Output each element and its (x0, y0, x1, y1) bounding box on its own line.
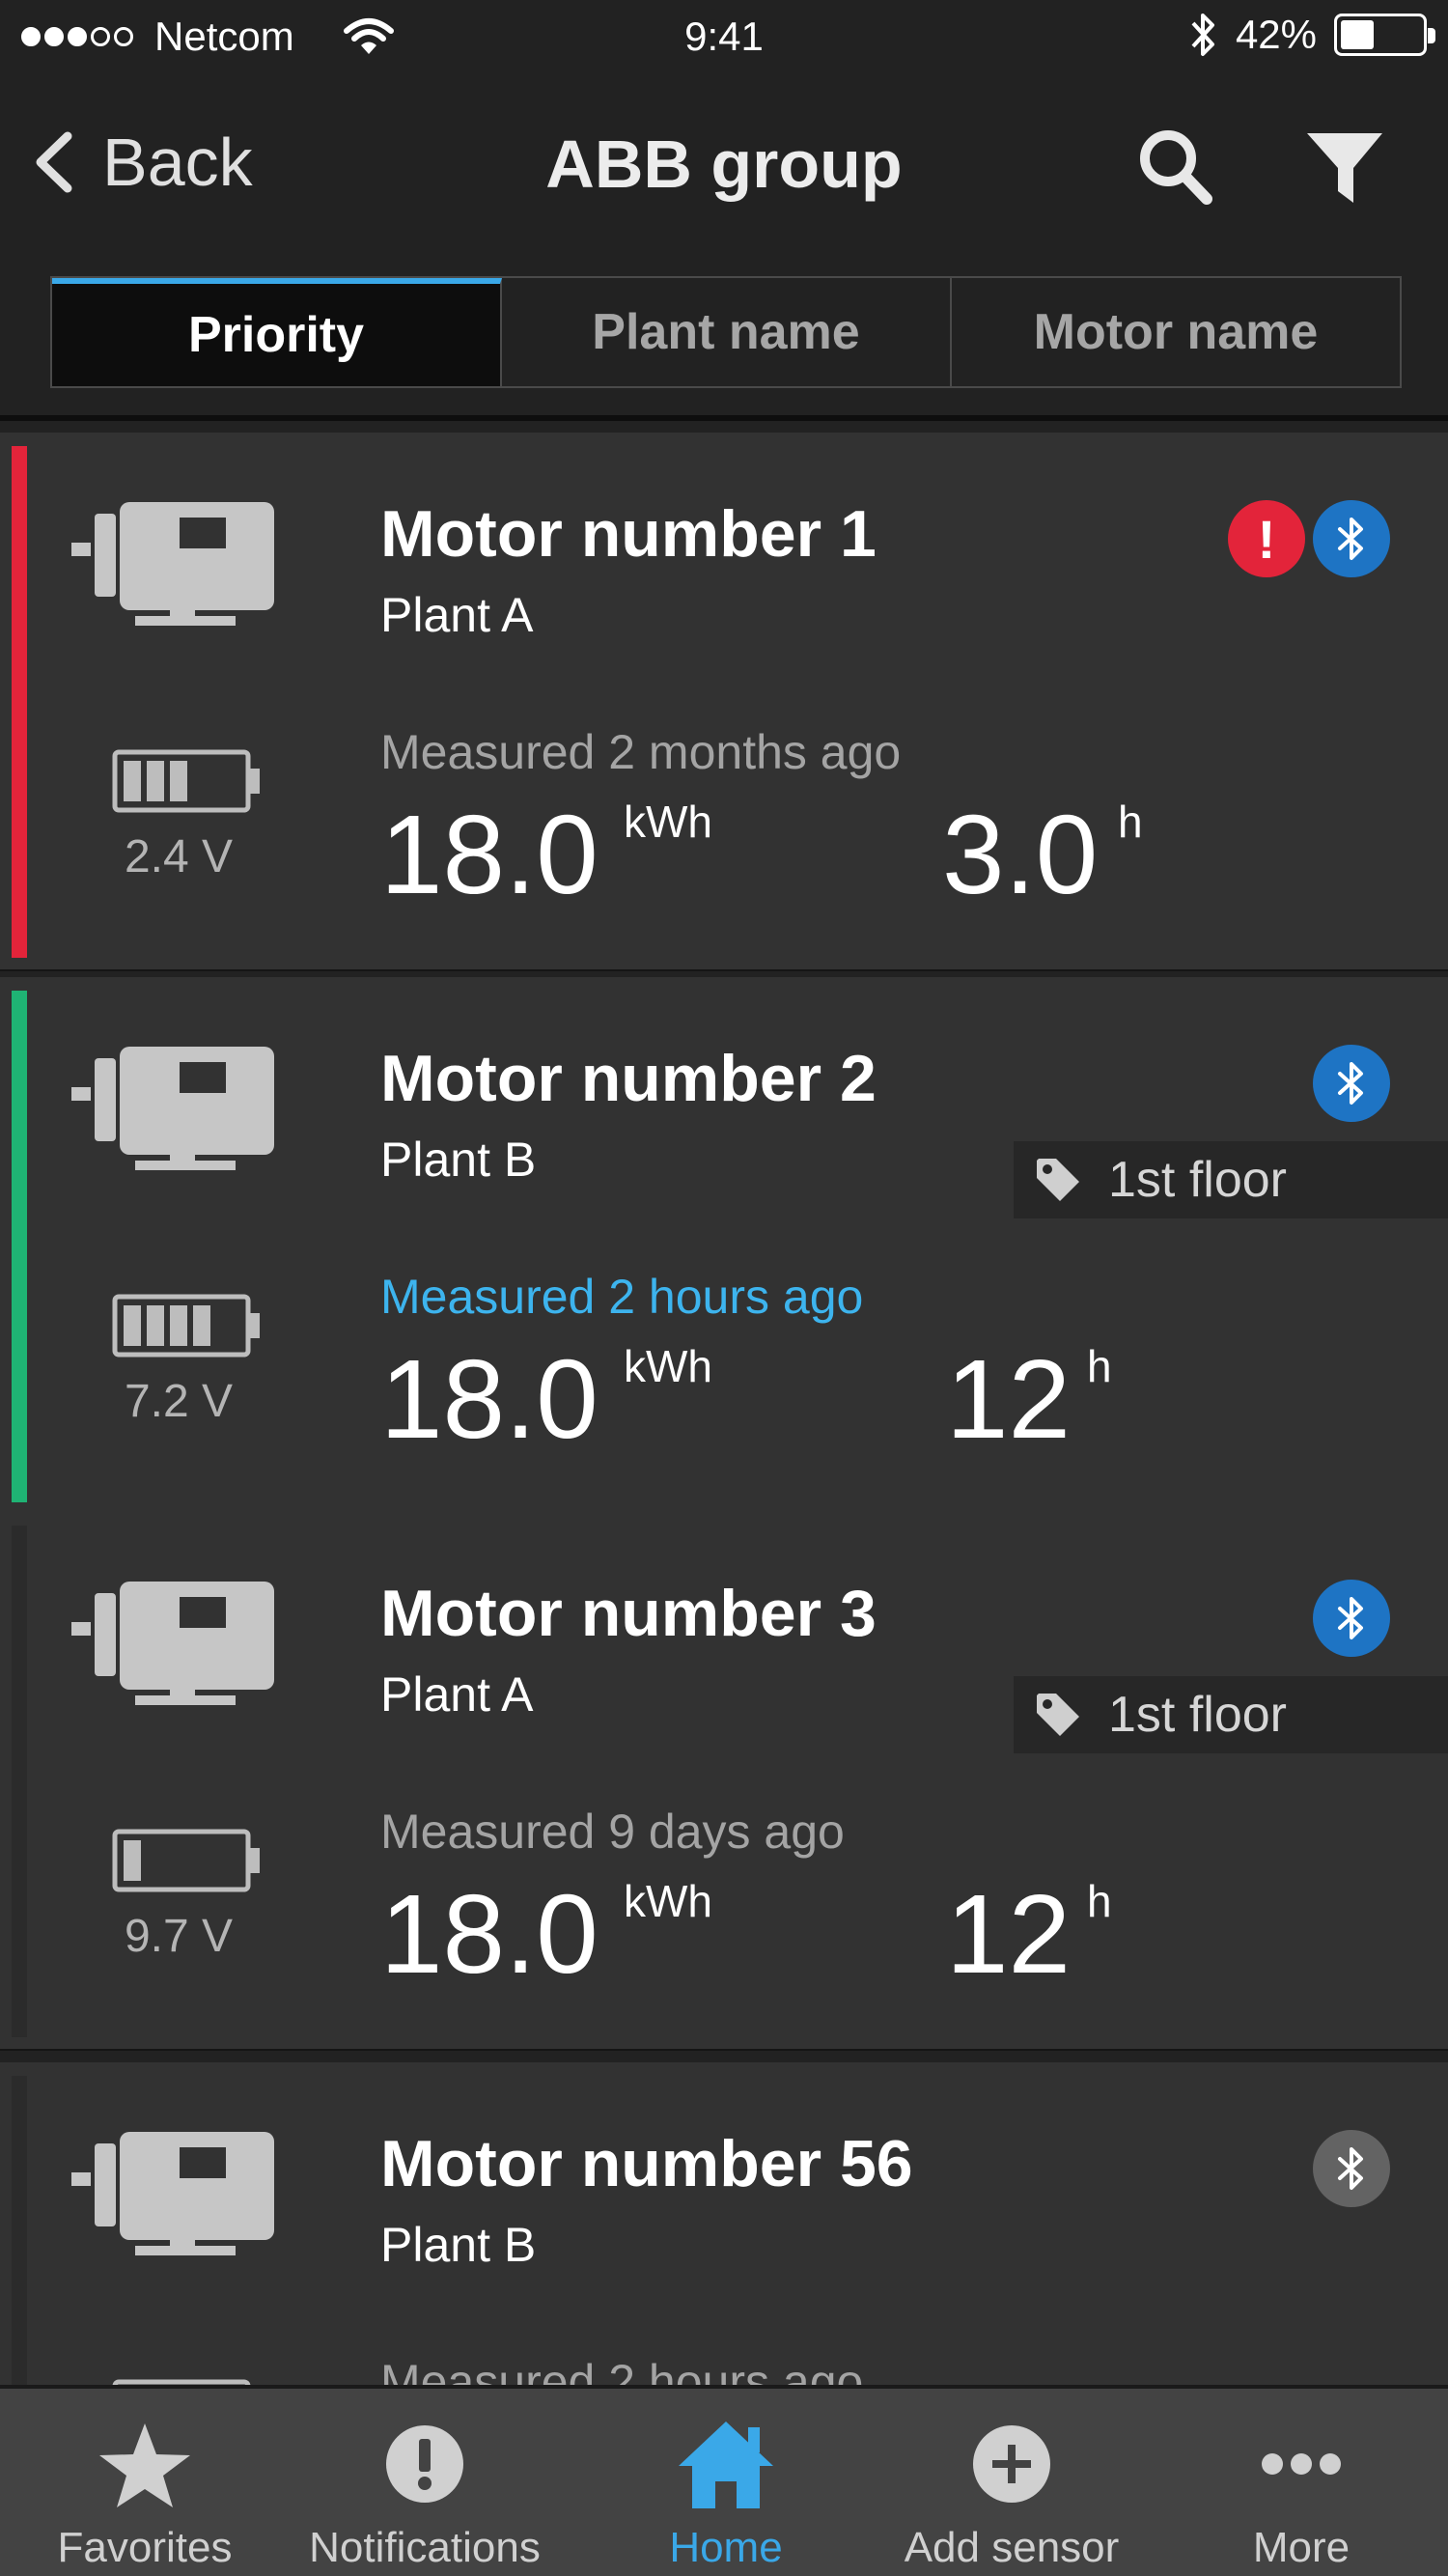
energy-unit: kWh (624, 1876, 712, 1926)
battery-icon (112, 749, 260, 813)
priority-indicator (12, 446, 27, 958)
motor-name: Motor number 1 (380, 497, 877, 571)
bluetooth-badge (1313, 2130, 1390, 2207)
hours-unit: h (1118, 797, 1143, 847)
ellipsis-icon (1262, 2453, 1341, 2475)
motor-list: Motor number 1 Plant A! 2.4 V Measured 2 m… (0, 421, 1448, 2385)
tab-label: Notifications (309, 2524, 541, 2571)
sort-segmented-control: Priority Plant name Motor name (50, 276, 1402, 388)
plant-name: Plant B (380, 2218, 537, 2272)
battery-voltage: 9.7 V (124, 1911, 234, 1962)
measured-time: Measured 2 hours ago (380, 1270, 864, 1324)
status-badges (1313, 2130, 1390, 2207)
back-button[interactable]: Back (29, 124, 253, 201)
motor-icon (71, 2132, 274, 2255)
bluetooth-icon (1338, 2147, 1363, 2190)
status-badges (1313, 1045, 1390, 1122)
motor-card[interactable]: Motor number 2 Plant B 1st floor 7.2 V Mea… (0, 977, 1448, 1516)
plant-name: Plant A (380, 588, 534, 642)
measured-time: Measured 2 hours ago (380, 2355, 864, 2385)
alert-icon: ! (1228, 500, 1305, 577)
tab-label: Add sensor (904, 2524, 1120, 2571)
priority-indicator (12, 991, 27, 1502)
motor-name: Motor number 2 (380, 1042, 877, 1115)
star-icon (99, 2423, 190, 2507)
exclamation-icon (386, 2425, 463, 2503)
energy-value: 18.0 (380, 1336, 599, 1462)
tag-icon (1037, 1694, 1079, 1736)
priority-indicator (12, 1526, 27, 2037)
tab-notifications[interactable]: Notifications (299, 2389, 550, 2576)
home-icon (679, 2422, 773, 2508)
battery-icon (112, 1294, 260, 1358)
energy-unit: kWh (624, 1341, 712, 1391)
segment-motor-name[interactable]: Motor name (952, 278, 1400, 386)
battery-icon (112, 1829, 260, 1892)
tag-icon (1037, 1159, 1079, 1201)
motor-icon (71, 1047, 274, 1170)
motor-icon (71, 502, 274, 626)
energy-value: 18.0 (380, 792, 599, 917)
chevron-left-icon (36, 131, 72, 193)
status-badges: ! (1228, 500, 1390, 577)
bluetooth-badge (1313, 500, 1390, 577)
bluetooth-icon (1338, 1597, 1363, 1639)
bluetooth-badge (1313, 1580, 1390, 1657)
battery-voltage: 2.4 V (124, 831, 234, 882)
bluetooth-icon (1191, 14, 1214, 56)
search-icon[interactable] (1131, 124, 1218, 210)
back-label: Back (102, 125, 253, 200)
battery-level-fill (1341, 20, 1374, 49)
tab-label: More (1252, 2524, 1351, 2571)
hours-unit: h (1087, 1341, 1112, 1391)
battery-voltage: 7.2 V (124, 1376, 234, 1427)
tab-label: Home (669, 2524, 783, 2571)
location-tag: 1st floor (1014, 1141, 1448, 1218)
motor-card[interactable]: Motor number 56 Plant B Measured 2 hours … (0, 2062, 1448, 2385)
plant-name: Plant B (380, 1133, 537, 1187)
segment-priority[interactable]: Priority (52, 278, 502, 386)
motor-name: Motor number 56 (380, 2127, 913, 2200)
hours-value: 12 (946, 1871, 1072, 1997)
status-right: 42% (1189, 10, 1435, 60)
plus-circle-icon (973, 2425, 1050, 2503)
bluetooth-icon (1338, 1062, 1363, 1105)
segment-plant-name[interactable]: Plant name (502, 278, 952, 386)
location-tag-label: 1st floor (1108, 1687, 1287, 1743)
filter-icon[interactable] (1301, 124, 1388, 210)
battery-percent: 42% (1235, 12, 1317, 57)
status-bar: Netcom 9:41 42% (0, 0, 1448, 77)
screen: Netcom 9:41 42% Back ABB group Priority … (0, 0, 1448, 2576)
tab-bar: Favorites Notifications Home Add sensor More (0, 2385, 1448, 2576)
hours-value: 12 (946, 1336, 1072, 1462)
bluetooth-icon (1338, 518, 1363, 560)
location-tag-label: 1st floor (1108, 1152, 1287, 1208)
tab-more[interactable]: More (1176, 2389, 1427, 2576)
motor-name: Motor number 3 (380, 1577, 877, 1650)
hours-unit: h (1087, 1876, 1112, 1926)
tab-home[interactable]: Home (600, 2389, 851, 2576)
status-badges (1313, 1580, 1390, 1657)
plant-name: Plant A (380, 1667, 534, 1722)
energy-unit: kWh (624, 797, 712, 847)
tab-add-sensor[interactable]: Add sensor (886, 2389, 1137, 2576)
motor-card[interactable]: Motor number 3 Plant A 1st floor 9.7 V Mea… (0, 1512, 1448, 2051)
measured-time: Measured 2 months ago (380, 725, 902, 779)
motor-icon (71, 1582, 274, 1705)
battery-icon (1334, 14, 1435, 56)
location-tag: 1st floor (1014, 1676, 1448, 1753)
tab-label: Favorites (57, 2524, 233, 2571)
bluetooth-badge (1313, 1045, 1390, 1122)
nav-bar: Back ABB group (0, 97, 1448, 232)
measured-time: Measured 9 days ago (380, 1805, 845, 1859)
energy-value: 18.0 (380, 1871, 599, 1997)
motor-card[interactable]: Motor number 1 Plant A! 2.4 V Measured 2 m… (0, 433, 1448, 971)
priority-indicator (12, 2076, 27, 2385)
tab-favorites[interactable]: Favorites (19, 2389, 270, 2576)
hours-value: 3.0 (942, 792, 1099, 917)
